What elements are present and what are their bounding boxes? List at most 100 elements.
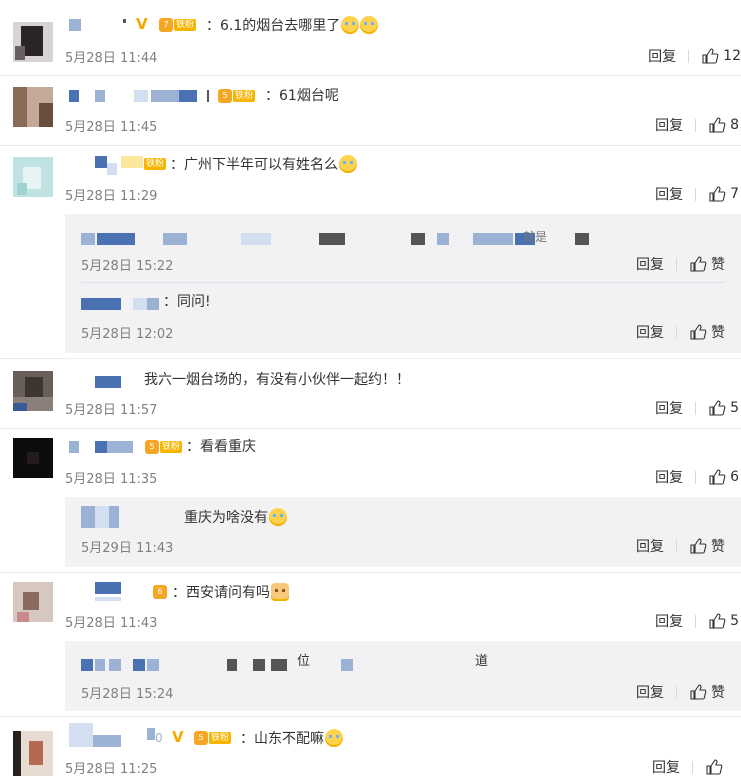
username[interactable] <box>95 375 125 389</box>
replies-box: 就是 5月28日 15:22 回复 赞 ：同问! 5月28日 12:02 回复 … <box>65 214 741 353</box>
reply-button[interactable]: 回复 <box>655 115 683 135</box>
divider <box>695 118 697 132</box>
timestamp: 5月28日 11:44 <box>65 51 158 66</box>
like-button[interactable]: 赞 <box>689 536 725 556</box>
reply-text: 道 <box>475 654 489 669</box>
like-button[interactable]: 赞 <box>689 682 725 702</box>
divider <box>692 760 693 774</box>
divider <box>688 49 690 63</box>
reply-actions: 回复 赞 <box>636 323 725 341</box>
divider <box>676 325 677 339</box>
comment-actions: 回复 7 <box>655 185 739 203</box>
reply-button[interactable]: 回复 <box>655 184 683 204</box>
username[interactable] <box>81 658 381 672</box>
replies-box: 重庆为啥没有 5月29日 11:43 回复 赞 <box>65 497 741 567</box>
reply-text: 重庆为啥没有 <box>184 508 287 527</box>
username[interactable] <box>69 18 129 32</box>
thumbs-up-icon <box>690 256 707 272</box>
reply-button[interactable]: 回复 <box>655 398 683 418</box>
reply-button[interactable]: 回复 <box>636 536 664 556</box>
reply-3: 重庆为啥没有 5月29日 11:43 回复 赞 <box>65 497 741 567</box>
laugh-cry-emoji-icon <box>360 16 379 34</box>
timestamp: 5月28日 11:45 <box>65 120 158 135</box>
username[interactable] <box>81 506 121 528</box>
crown-icon: 5 <box>194 731 208 745</box>
divider <box>0 75 741 76</box>
thumbs-up-icon <box>690 684 707 700</box>
comment-3: 铁粉 ：广州下半年可以有姓名么 5月28日 11:29 回复 7 <box>0 150 741 210</box>
fan-badge: 5 铁粉 <box>145 440 183 454</box>
like-button[interactable]: 6 <box>708 468 739 486</box>
reply-text: ：同问! <box>163 294 211 310</box>
thumbs-up-icon <box>690 324 707 340</box>
divider <box>695 187 697 201</box>
fan-badge: 5 铁粉 <box>218 89 256 103</box>
timestamp: 5月29日 11:43 <box>81 541 174 556</box>
reply-button[interactable]: 回复 <box>636 254 664 274</box>
reply-4: 位 道 5月28日 15:24 回复 赞 <box>65 641 741 711</box>
reply-button[interactable]: 回复 <box>655 467 683 487</box>
avatar[interactable] <box>13 582 53 622</box>
like-button[interactable]: 7 <box>708 185 739 203</box>
timestamp: 5月28日 11:57 <box>65 403 158 418</box>
timestamp: 5月28日 11:43 <box>65 616 158 631</box>
like-button[interactable]: 12 <box>701 47 741 65</box>
comment-4: 我六一烟台场的，有没有小伙伴一起约！！ 5月28日 11:57 回复 5 <box>0 362 741 422</box>
timestamp: 5月28日 15:24 <box>81 687 174 702</box>
crying-emoji-icon <box>269 508 287 526</box>
comment-actions: 回复 12 <box>648 47 741 65</box>
comment-5: 5 铁粉 ：看看重庆 5月28日 11:35 回复 6 <box>0 432 741 492</box>
reply-button[interactable]: 回复 <box>648 46 676 66</box>
reply-button[interactable]: 回复 <box>636 682 664 702</box>
reply-actions: 回复 赞 <box>636 255 725 273</box>
like-button[interactable]: 5 <box>708 399 739 417</box>
reply-actions: 回复 赞 <box>636 537 725 555</box>
comment-actions: 回复 6 <box>655 468 739 486</box>
like-button[interactable]: 5 <box>708 612 739 630</box>
timestamp: 5月28日 12:02 <box>81 327 174 342</box>
reply-button[interactable]: 回复 <box>655 611 683 631</box>
divider <box>676 539 677 553</box>
avatar[interactable] <box>13 731 53 776</box>
divider <box>695 470 697 484</box>
crying-emoji-icon <box>339 155 357 173</box>
username[interactable] <box>69 723 159 747</box>
divider <box>695 401 697 415</box>
reply-button[interactable]: 回复 <box>636 322 664 342</box>
crown-icon: 5 <box>218 89 232 103</box>
username[interactable] <box>69 440 139 454</box>
verified-v-icon: V <box>136 15 148 33</box>
divider <box>0 716 741 717</box>
comment-text: ：山东不配嘛 <box>240 729 343 748</box>
crown-icon: 5 <box>145 440 159 454</box>
reply-button[interactable]: 回复 <box>652 757 680 777</box>
comment-actions: 回复 <box>652 758 727 776</box>
username[interactable] <box>95 581 135 601</box>
avatar[interactable] <box>13 371 53 411</box>
comment-actions: 回复 5 <box>655 399 739 417</box>
comment-actions: 回复 8 <box>655 116 739 134</box>
comment-7: 0 V 5 铁粉 ：山东不配嘛 5月28日 11:25 回复 <box>0 721 741 777</box>
comment-text: ：看看重庆 <box>186 439 256 455</box>
sad-emoji-icon <box>325 729 343 747</box>
like-button[interactable]: 赞 <box>689 254 725 274</box>
username[interactable] <box>81 232 591 246</box>
username[interactable] <box>81 297 161 311</box>
avatar[interactable] <box>13 438 53 478</box>
comment-text: ：61烟台呢 <box>265 88 339 104</box>
fan-badge: 6 <box>153 585 167 599</box>
verified-v-icon: V <box>172 728 184 746</box>
avatar[interactable] <box>13 22 53 62</box>
avatar[interactable] <box>13 157 53 197</box>
like-button[interactable]: 赞 <box>689 322 725 342</box>
username[interactable] <box>69 89 214 103</box>
divider <box>676 257 677 271</box>
comment-text: ：广州下半年可以有姓名么 <box>170 155 357 174</box>
like-button[interactable] <box>705 758 727 776</box>
avatar[interactable] <box>13 87 53 127</box>
timestamp: 5月28日 11:35 <box>65 472 158 487</box>
comment-2: 5 铁粉 ：61烟台呢 5月28日 11:45 回复 8 <box>0 79 741 139</box>
like-button[interactable]: 8 <box>708 116 739 134</box>
thumbs-up-icon <box>709 613 726 629</box>
timestamp: 5月28日 11:25 <box>65 762 158 777</box>
